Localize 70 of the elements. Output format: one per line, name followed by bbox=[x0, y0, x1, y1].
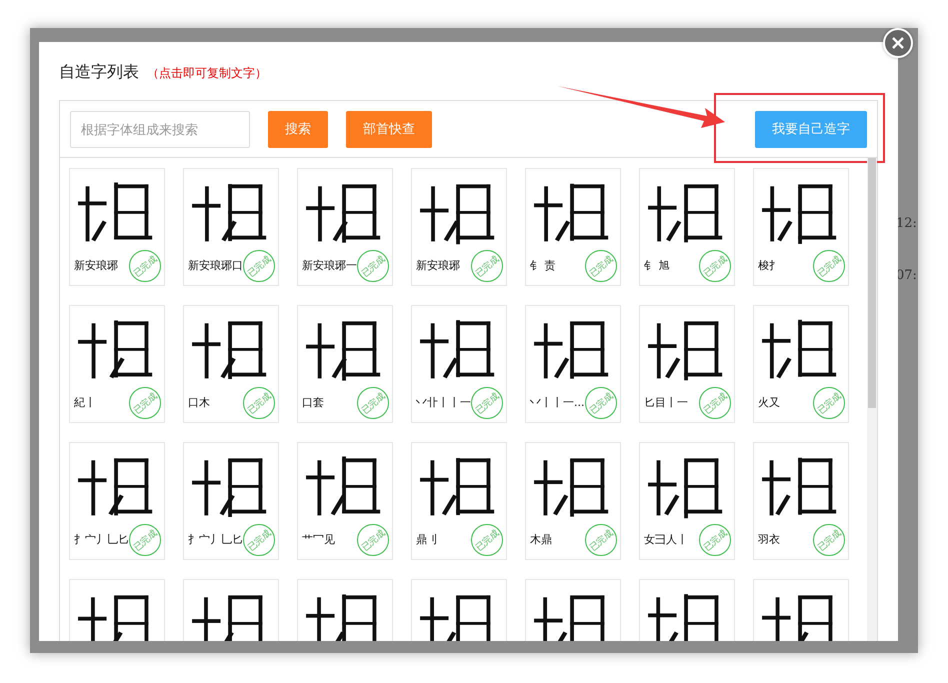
status-stamp: 已完成 bbox=[243, 524, 275, 556]
character-card[interactable]: 羽衣 已完成 bbox=[753, 442, 849, 560]
status-stamp: 已完成 bbox=[699, 250, 731, 282]
character-card[interactable]: 新安琅琊一 已完成 bbox=[297, 168, 393, 286]
character-card[interactable]: 口套 已完成 bbox=[297, 305, 393, 423]
character-card[interactable]: 扌宀丿乚匕 已完成 bbox=[183, 442, 279, 560]
scrollbar[interactable] bbox=[867, 158, 877, 641]
character-card[interactable]: 梭扌 已完成 bbox=[753, 168, 849, 286]
character-components: 梭扌 bbox=[758, 258, 780, 273]
character-components: 丷卝丨丨一 bbox=[416, 395, 471, 410]
copy-hint: （点击即可复制文字） bbox=[147, 65, 267, 82]
status-stamp: 已完成 bbox=[357, 524, 389, 556]
character-card[interactable]: 艹冖见 已完成 bbox=[297, 442, 393, 560]
close-button[interactable] bbox=[883, 28, 913, 58]
table-cell: 12: bbox=[896, 216, 917, 231]
status-stamp: 已完成 bbox=[813, 524, 845, 556]
character-components: 女彐人丨 bbox=[644, 532, 688, 547]
status-stamp: 已完成 bbox=[243, 250, 275, 282]
character-components: 艹冖见 bbox=[302, 532, 335, 547]
status-stamp: 已完成 bbox=[585, 387, 617, 419]
character-card[interactable]: 新安琅琊口 已完成 bbox=[183, 168, 279, 286]
status-stamp: 已完成 bbox=[699, 524, 731, 556]
character-card[interactable]: 火又 已完成 bbox=[753, 305, 849, 423]
character-card[interactable]: 木鼎 已完成 bbox=[525, 442, 621, 560]
status-stamp: 已完成 bbox=[129, 524, 161, 556]
character-components: 钅 旭 bbox=[644, 258, 670, 273]
character-components: 木鼎 bbox=[530, 532, 552, 547]
character-card[interactable]: 丷丨丨一... 已完成 bbox=[525, 305, 621, 423]
character-components: 新安琅琊 bbox=[74, 258, 118, 273]
character-components: 新安琅琊一 bbox=[302, 258, 357, 273]
character-card[interactable]: 钅 责 已完成 bbox=[525, 168, 621, 286]
status-stamp: 已完成 bbox=[585, 250, 617, 282]
character-components: 口木 bbox=[188, 395, 210, 410]
close-icon bbox=[892, 37, 904, 49]
status-stamp: 已完成 bbox=[471, 250, 503, 282]
character-card[interactable]: 新安琅琊 已完成 bbox=[411, 168, 507, 286]
character-components: 扌宀丿乚匕 bbox=[74, 532, 129, 547]
character-card[interactable]: 口木 已完成 bbox=[183, 305, 279, 423]
status-stamp: 已完成 bbox=[471, 387, 503, 419]
character-components: 羽衣 bbox=[758, 532, 780, 547]
character-components: 新安琅琊 bbox=[416, 258, 460, 273]
status-stamp: 已完成 bbox=[813, 250, 845, 282]
character-card[interactable]: 紀丨 已完成 bbox=[69, 305, 165, 423]
status-stamp: 已完成 bbox=[357, 387, 389, 419]
search-field[interactable]: 根据字体组成来搜索 bbox=[70, 110, 250, 148]
status-stamp: 已完成 bbox=[813, 387, 845, 419]
character-card[interactable]: 钅 旭 已完成 bbox=[639, 168, 735, 286]
character-card[interactable]: 丷卝丨丨一 已完成 bbox=[411, 305, 507, 423]
character-card[interactable]: 扌宀丿乚匕 已完成 bbox=[69, 442, 165, 560]
character-components: 鼎刂 bbox=[416, 532, 438, 547]
status-stamp: 已完成 bbox=[471, 524, 503, 556]
character-card[interactable]: 女彐人丨 已完成 bbox=[639, 442, 735, 560]
status-stamp: 已完成 bbox=[129, 250, 161, 282]
character-components: 钅 责 bbox=[530, 258, 556, 273]
character-components: 丷丨丨一... bbox=[530, 395, 584, 410]
character-components: 扌宀丿乚匕 bbox=[188, 532, 243, 547]
character-components: 紀丨 bbox=[74, 395, 96, 410]
character-card[interactable]: 鼎刂 已完成 bbox=[411, 442, 507, 560]
character-components: 口套 bbox=[302, 395, 324, 410]
status-stamp: 已完成 bbox=[357, 250, 389, 282]
character-components: 匕目丨一 bbox=[644, 395, 688, 410]
status-stamp: 已完成 bbox=[699, 387, 731, 419]
status-stamp: 已完成 bbox=[585, 524, 617, 556]
dialog-title: 自造字列表 bbox=[59, 62, 139, 83]
character-card[interactable]: 新安琅琊 已完成 bbox=[69, 168, 165, 286]
character-card[interactable]: 匕目丨一 已完成 bbox=[639, 305, 735, 423]
character-components: 火又 bbox=[758, 395, 780, 410]
status-stamp: 已完成 bbox=[243, 387, 275, 419]
character-components: 新安琅琊口 bbox=[188, 258, 243, 273]
status-stamp: 已完成 bbox=[129, 387, 161, 419]
